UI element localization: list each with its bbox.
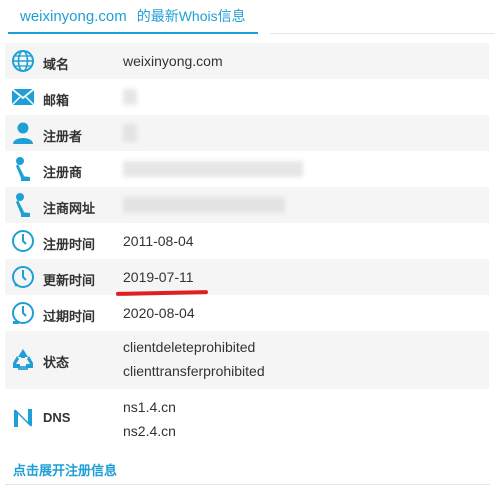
mail-icon bbox=[10, 84, 36, 110]
value-registrar-url-redacted bbox=[123, 193, 285, 220]
label-email: 邮箱 bbox=[43, 93, 70, 108]
globe-icon bbox=[10, 48, 36, 74]
label-dns: DNS bbox=[43, 410, 71, 425]
row-email: 邮箱 bbox=[5, 79, 489, 115]
row-domain: 域名 weixinyong.com bbox=[5, 43, 489, 79]
label-registrant: 注册者 bbox=[43, 129, 83, 144]
row-created: 注册时间 2011-08-04 bbox=[5, 223, 489, 259]
row-expires: 过期时间 2020-08-04 bbox=[5, 295, 489, 331]
label-created: 注册时间 bbox=[43, 237, 96, 252]
row-status: 状态 clientdeleteprohibited clienttransfer… bbox=[5, 331, 489, 389]
label-status: 状态 bbox=[43, 355, 70, 370]
whois-header: weixinyong.com 的最新Whois信息 bbox=[0, 0, 495, 34]
label-domain: 域名 bbox=[43, 57, 70, 72]
value-dns-2: ns2.4.cn bbox=[123, 423, 176, 439]
clock-expire-icon bbox=[10, 300, 36, 326]
value-status-1: clientdeleteprohibited bbox=[123, 339, 256, 355]
title-suffix: 的最新Whois信息 bbox=[136, 8, 246, 24]
value-dns-1: ns1.4.cn bbox=[123, 399, 176, 415]
clock-refresh-icon bbox=[10, 264, 36, 290]
expand-registration-link[interactable]: 点击展开注册信息 bbox=[13, 460, 117, 479]
label-registrar: 注册商 bbox=[43, 165, 83, 180]
bottom-divider bbox=[5, 484, 490, 485]
header-divider bbox=[270, 33, 495, 34]
dns-icon bbox=[10, 405, 36, 431]
recycle-icon bbox=[10, 347, 36, 373]
label-registrar-url: 注商网址 bbox=[43, 201, 96, 216]
row-registrant: 注册者 bbox=[5, 115, 489, 151]
person-icon bbox=[10, 120, 36, 146]
label-updated: 更新时间 bbox=[43, 273, 96, 288]
row-dns: DNS ns1.4.cn ns2.4.cn bbox=[5, 389, 489, 447]
row-registrar: 注册商 bbox=[5, 151, 489, 187]
value-created: 2011-08-04 bbox=[123, 233, 194, 249]
value-expires: 2020-08-04 bbox=[123, 305, 195, 321]
value-email-redacted bbox=[123, 85, 137, 112]
registrar-icon bbox=[10, 156, 36, 182]
row-updated: 更新时间 2019-07-11 bbox=[5, 259, 489, 295]
value-registrant-redacted bbox=[123, 121, 137, 149]
value-registrar-redacted bbox=[123, 157, 303, 184]
label-expires: 过期时间 bbox=[43, 309, 96, 324]
registrar-url-icon bbox=[10, 192, 36, 218]
clock-icon bbox=[10, 228, 36, 254]
row-registrar-url: 注商网址 bbox=[5, 187, 489, 223]
value-domain: weixinyong.com bbox=[123, 53, 223, 69]
whois-tab[interactable]: weixinyong.com 的最新Whois信息 bbox=[8, 0, 258, 34]
value-status-2: clienttransferprohibited bbox=[123, 363, 265, 379]
value-updated: 2019-07-11 bbox=[123, 269, 194, 285]
domain-title[interactable]: weixinyong.com bbox=[20, 8, 127, 25]
